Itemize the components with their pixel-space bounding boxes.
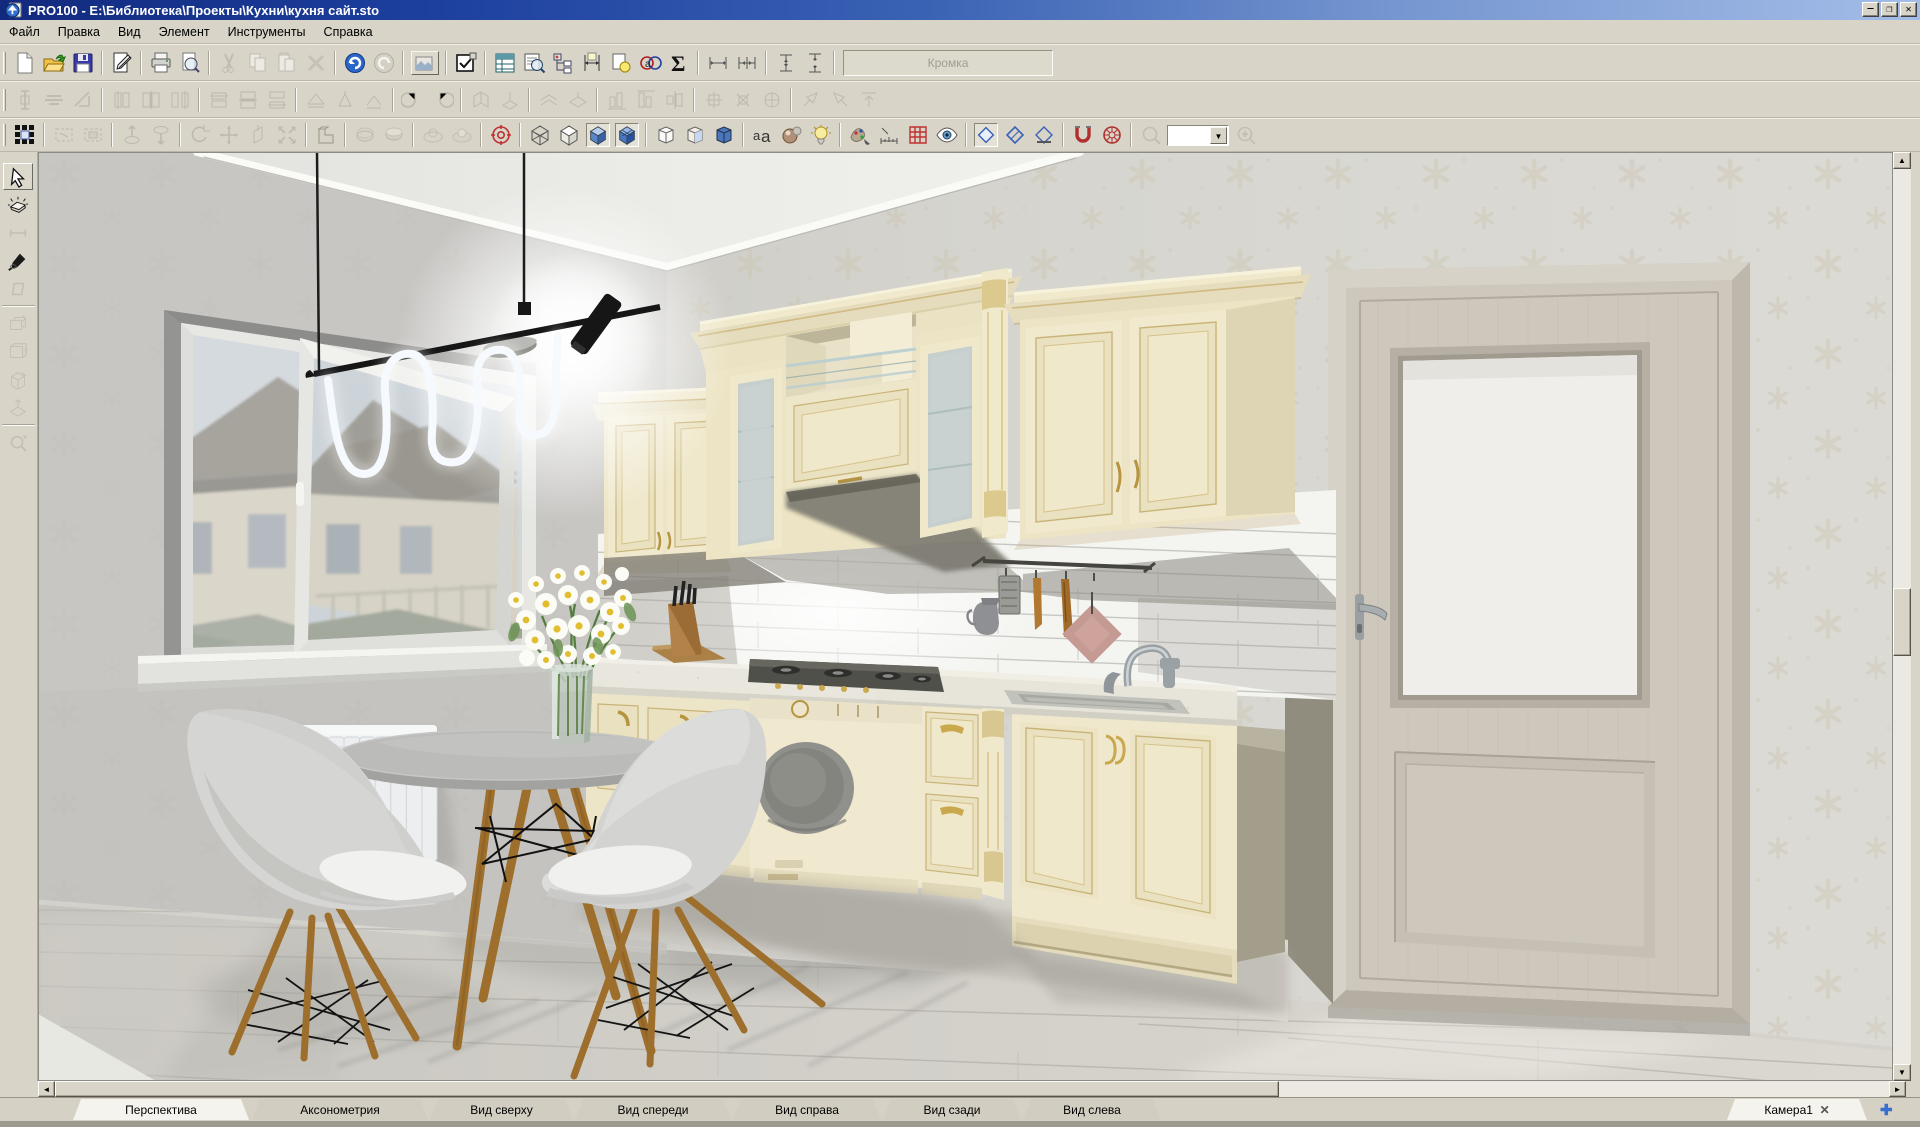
svg-text:a: a: [645, 59, 651, 70]
svg-text:a: a: [761, 127, 771, 146]
svg-text:Σ: Σ: [671, 51, 685, 75]
svg-text:a: a: [753, 128, 761, 143]
